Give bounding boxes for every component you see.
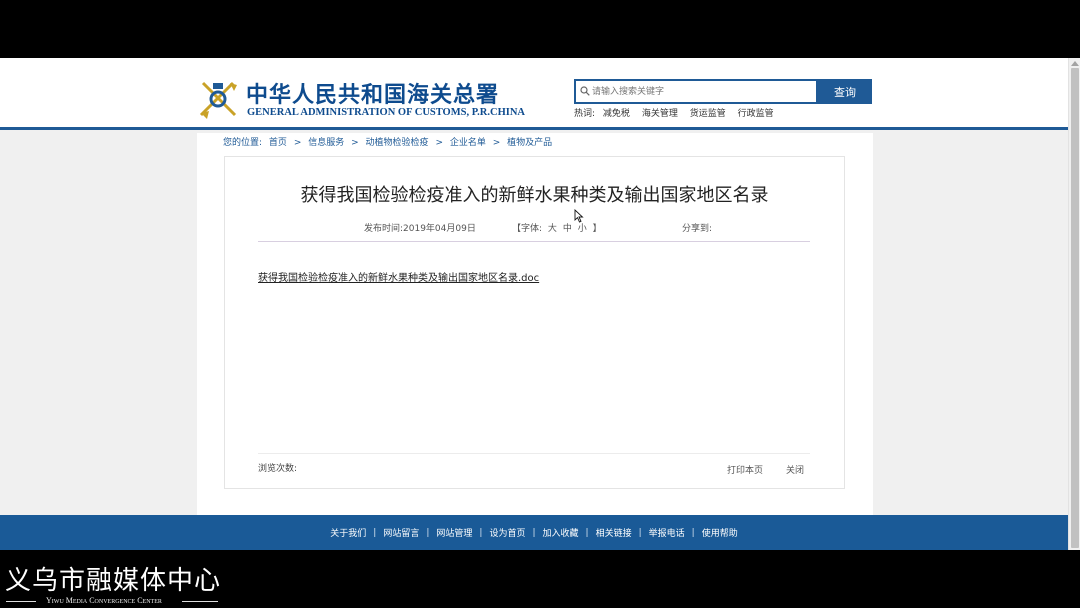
font-size-switcher: 【字体: 大 中 小 】 [512,221,605,234]
breadcrumb-item[interactable]: 动植物检验检疫 [366,138,429,148]
divider [258,241,810,242]
media-watermark: 义乌市融媒体中心 Yiwu Media Convergence Center [0,552,240,608]
breadcrumb-item[interactable]: 首页 [269,138,287,148]
divider [258,453,810,454]
watermark-rule [6,601,36,602]
scrollbar-thumb[interactable] [1071,68,1079,548]
attachment-link[interactable]: 获得我国检验检疫准入的新鲜水果种类及输出国家地区名录.doc [258,269,539,284]
footer-link-about[interactable]: 关于我们 [330,526,366,539]
site-header: 中华人民共和国海关总署 GENERAL ADMINISTRATION OF CU… [0,58,1068,130]
close-page-link[interactable]: 关闭 [786,463,804,476]
footer-links: 关于我们 | 网站留言 | 网站管理 | 设为首页 | 加入收藏 | 相关链接 … [0,515,1068,550]
watermark-title-cn: 义乌市融媒体中心 [5,566,222,596]
hot-word-link[interactable]: 海关管理 [642,109,678,119]
breadcrumb-item[interactable]: 信息服务 [308,138,344,148]
site-footer: 关于我们 | 网站留言 | 网站管理 | 设为首页 | 加入收藏 | 相关链接 … [0,515,1068,550]
article-box: 获得我国检验检疫准入的新鲜水果种类及输出国家地区名录 发布时间:2019年04月… [224,156,845,489]
hot-word-link[interactable]: 行政监管 [738,109,774,119]
breadcrumb-separator: > [293,138,302,148]
footer-link-help[interactable]: 使用帮助 [702,526,738,539]
footer-link-related[interactable]: 相关链接 [596,526,632,539]
search-box [574,79,818,104]
watermark-title-en: Yiwu Media Convergence Center [46,596,162,605]
hot-words: 热词: 减免税 海关管理 货运监管 行政监管 [574,106,783,119]
font-medium-link[interactable]: 中 [563,224,572,234]
print-page-link[interactable]: 打印本页 [727,463,763,476]
footer-link-report[interactable]: 举报电话 [649,526,685,539]
scroll-up-arrow-icon[interactable] [1071,61,1079,66]
footer-separator: | [426,527,430,538]
footer-link-favorite[interactable]: 加入收藏 [543,526,579,539]
font-large-link[interactable]: 大 [548,224,557,234]
hot-word-link[interactable]: 减免税 [603,109,630,119]
footer-separator: | [373,527,377,538]
hot-words-label: 热词: [574,109,596,119]
vertical-scrollbar[interactable] [1068,58,1080,550]
article-title: 获得我国检验检疫准入的新鲜水果种类及输出国家地区名录 [300,185,769,206]
mouse-pointer-icon [574,209,584,223]
font-small-link[interactable]: 小 [578,224,587,234]
search-input[interactable] [592,82,812,101]
publish-date: 发布时间:2019年04月09日 [364,224,476,234]
search-button[interactable]: 查询 [818,79,872,104]
font-switcher-open: 【字体: [512,224,543,234]
footer-link-homepage[interactable]: 设为首页 [489,526,525,539]
logo-title-cn[interactable]: 中华人民共和国海关总署 [246,77,499,109]
share-label: 分享到: [682,224,713,234]
breadcrumb-separator: > [435,138,443,148]
footer-separator: | [532,527,536,538]
footer-separator: | [479,527,483,538]
customs-emblem-icon[interactable] [197,79,239,119]
footer-separator: | [691,527,695,538]
footer-link-message[interactable]: 网站留言 [383,526,419,539]
footer-link-admin[interactable]: 网站管理 [436,526,472,539]
content-column: 您的位置: 首页 > 信息服务 > 动植物检验检疫 > 企业名单 > 植物及产品… [197,133,873,515]
breadcrumb-item[interactable]: 植物及产品 [507,138,552,148]
footer-separator: | [585,527,589,538]
footer-separator: | [638,527,642,538]
breadcrumb-prefix: 您的位置: [223,138,263,148]
font-switcher-close: 】 [592,224,602,234]
search-icon [580,86,590,96]
browser-viewport: 中华人民共和国海关总署 GENERAL ADMINISTRATION OF CU… [0,58,1080,550]
breadcrumb-separator: > [492,138,501,148]
breadcrumb: 您的位置: 首页 > 信息服务 > 动植物检验检疫 > 企业名单 > 植物及产品 [223,135,556,148]
watermark-rule [182,601,218,602]
breadcrumb-separator: > [351,138,359,148]
logo-title-en[interactable]: GENERAL ADMINISTRATION OF CUSTOMS, P.R.C… [247,107,525,118]
hot-word-link[interactable]: 货运监管 [690,109,726,119]
breadcrumb-item[interactable]: 企业名单 [450,138,486,148]
view-count: 浏览次数: [258,464,298,474]
